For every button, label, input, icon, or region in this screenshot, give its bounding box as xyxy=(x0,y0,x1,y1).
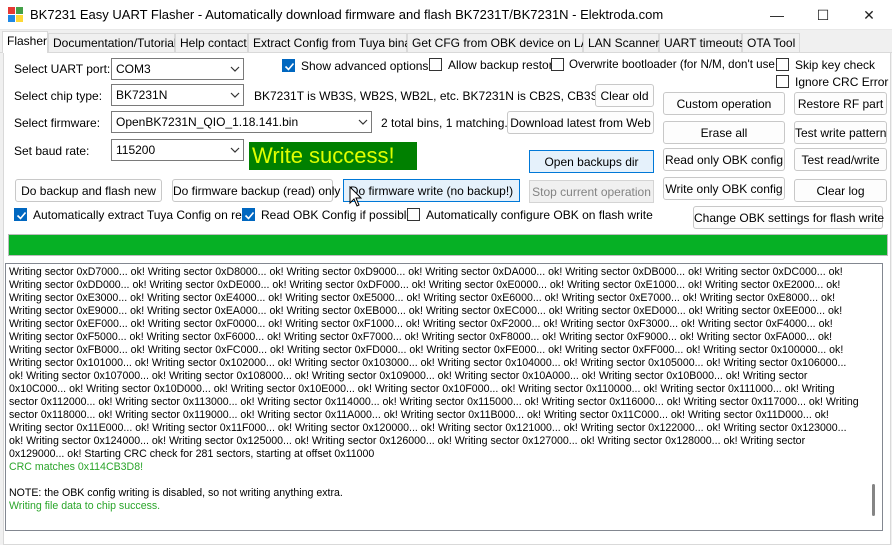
test-read-write-button[interactable]: Test read/write xyxy=(794,148,887,171)
baud-rate-label: Set baud rate: xyxy=(14,144,90,158)
read-obk-config-label: Read OBK Config if possible xyxy=(261,208,414,222)
firmware-info-text: 2 total bins, 1 matching. xyxy=(381,116,508,130)
firmware-value: OpenBK7231N_QIO_1.18.141.bin xyxy=(116,115,299,129)
show-advanced-checkbox[interactable] xyxy=(282,59,295,72)
firmware-write-button[interactable]: Do firmware write (no backup!) xyxy=(343,179,520,202)
tab-get-cfg[interactable]: Get CFG from OBK device on LAN xyxy=(407,33,597,52)
tab-documentation[interactable]: Documentation/Tutorials xyxy=(48,33,183,52)
allow-backup-restore-checkbox[interactable] xyxy=(429,58,442,71)
maximize-button[interactable]: ☐ xyxy=(800,0,846,30)
restore-rf-button[interactable]: Restore RF part xyxy=(794,92,887,115)
backup-and-flash-button[interactable]: Do backup and flash new xyxy=(15,179,162,202)
download-latest-button[interactable]: Download latest from Web xyxy=(507,111,654,134)
clear-old-button[interactable]: Clear old xyxy=(595,84,654,107)
tab-help-contact[interactable]: Help contact xyxy=(175,33,248,52)
status-badge: Write success! xyxy=(249,142,417,170)
log-line: NOTE: the OBK config writing is disabled… xyxy=(9,487,343,499)
ignore-crc-label: Ignore CRC Error xyxy=(795,75,889,89)
ignore-crc-checkbox[interactable] xyxy=(776,75,789,88)
auto-configure-obk-checkbox[interactable] xyxy=(407,208,420,221)
log-text: Writing sector 0xD7000... ok! Writing se… xyxy=(9,266,863,513)
tab-strip: Flasher Documentation/Tutorials Help con… xyxy=(0,31,892,53)
log-line: Writing sector 0xD7000... ok! Writing se… xyxy=(9,266,862,460)
chevron-down-icon xyxy=(230,92,240,98)
progress-bar xyxy=(8,234,888,256)
chip-type-select[interactable]: BK7231N xyxy=(111,84,244,106)
overwrite-bootloader-checkbox[interactable] xyxy=(551,58,564,71)
auto-extract-tuya-checkbox[interactable] xyxy=(14,208,27,221)
tab-flasher[interactable]: Flasher xyxy=(2,31,48,53)
scrollbar-thumb[interactable] xyxy=(872,484,875,516)
tab-extract-config[interactable]: Extract Config from Tuya binary xyxy=(248,33,421,52)
log-line: Writing file data to chip success. xyxy=(9,500,161,512)
skip-key-check-checkbox[interactable] xyxy=(776,58,789,71)
chevron-down-icon xyxy=(230,147,240,153)
chip-info-text: BK7231T is WB3S, WB2S, WB2L, etc. BK7231… xyxy=(254,89,622,103)
baud-rate-value: 115200 xyxy=(116,143,156,157)
stop-operation-button[interactable]: Stop current operation xyxy=(529,180,654,203)
chip-type-value: BK7231N xyxy=(116,88,168,102)
log-scrollbar[interactable] xyxy=(865,264,882,530)
show-advanced-label: Show advanced options xyxy=(301,59,429,73)
overwrite-bootloader-label: Overwrite bootloader (for N/M, don't use… xyxy=(569,58,788,71)
title-bar: BK7231 Easy UART Flasher - Automatically… xyxy=(0,0,892,30)
read-only-obk-button[interactable]: Read only OBK config xyxy=(663,148,785,171)
write-only-obk-button[interactable]: Write only OBK config xyxy=(663,177,785,200)
chip-type-label: Select chip type: xyxy=(14,89,103,103)
open-backups-button[interactable]: Open backups dir xyxy=(529,150,654,173)
checkmark-icon xyxy=(284,62,295,71)
backup-read-only-button[interactable]: Do firmware backup (read) only xyxy=(172,179,340,202)
firmware-label: Select firmware: xyxy=(14,116,101,130)
mouse-cursor-icon xyxy=(349,186,363,207)
minimize-button[interactable]: — xyxy=(754,0,800,30)
close-button[interactable]: ✕ xyxy=(846,0,892,30)
auto-configure-obk-label: Automatically configure OBK on flash wri… xyxy=(426,208,653,222)
erase-all-button[interactable]: Erase all xyxy=(663,121,785,144)
allow-backup-restore-label: Allow backup restore xyxy=(448,58,560,72)
checkmark-icon xyxy=(16,211,27,220)
chevron-down-icon xyxy=(230,66,240,72)
chevron-down-icon xyxy=(358,119,368,125)
uart-port-value: COM3 xyxy=(116,62,151,76)
checkmark-icon xyxy=(244,211,255,220)
change-obk-settings-button[interactable]: Change OBK settings for flash write xyxy=(693,206,884,229)
read-obk-config-checkbox[interactable] xyxy=(242,208,255,221)
test-write-pattern-button[interactable]: Test write pattern xyxy=(794,121,887,144)
log-line: CRC matches 0x114CB3D8! xyxy=(9,461,144,473)
firmware-select[interactable]: OpenBK7231N_QIO_1.18.141.bin xyxy=(111,111,372,133)
log-output: Writing sector 0xD7000... ok! Writing se… xyxy=(5,263,883,531)
app-icon xyxy=(8,7,24,23)
app-window: BK7231 Easy UART Flasher - Automatically… xyxy=(0,0,892,545)
progress-fill xyxy=(9,235,887,255)
tab-uart-timeouts[interactable]: UART timeouts xyxy=(659,33,745,52)
window-title: BK7231 Easy UART Flasher - Automatically… xyxy=(30,7,664,22)
uart-port-select[interactable]: COM3 xyxy=(111,58,244,80)
baud-rate-select[interactable]: 115200 xyxy=(111,139,244,161)
uart-port-label: Select UART port: xyxy=(14,62,111,76)
clear-log-button[interactable]: Clear log xyxy=(794,179,887,202)
tab-lan-scanner[interactable]: LAN Scanner xyxy=(583,33,659,52)
custom-operation-button[interactable]: Custom operation xyxy=(663,92,785,115)
skip-key-check-label: Skip key check xyxy=(795,58,876,72)
tab-ota-tool[interactable]: OTA Tool xyxy=(742,33,800,52)
auto-extract-tuya-label: Automatically extract Tuya Config on rea… xyxy=(33,208,256,222)
